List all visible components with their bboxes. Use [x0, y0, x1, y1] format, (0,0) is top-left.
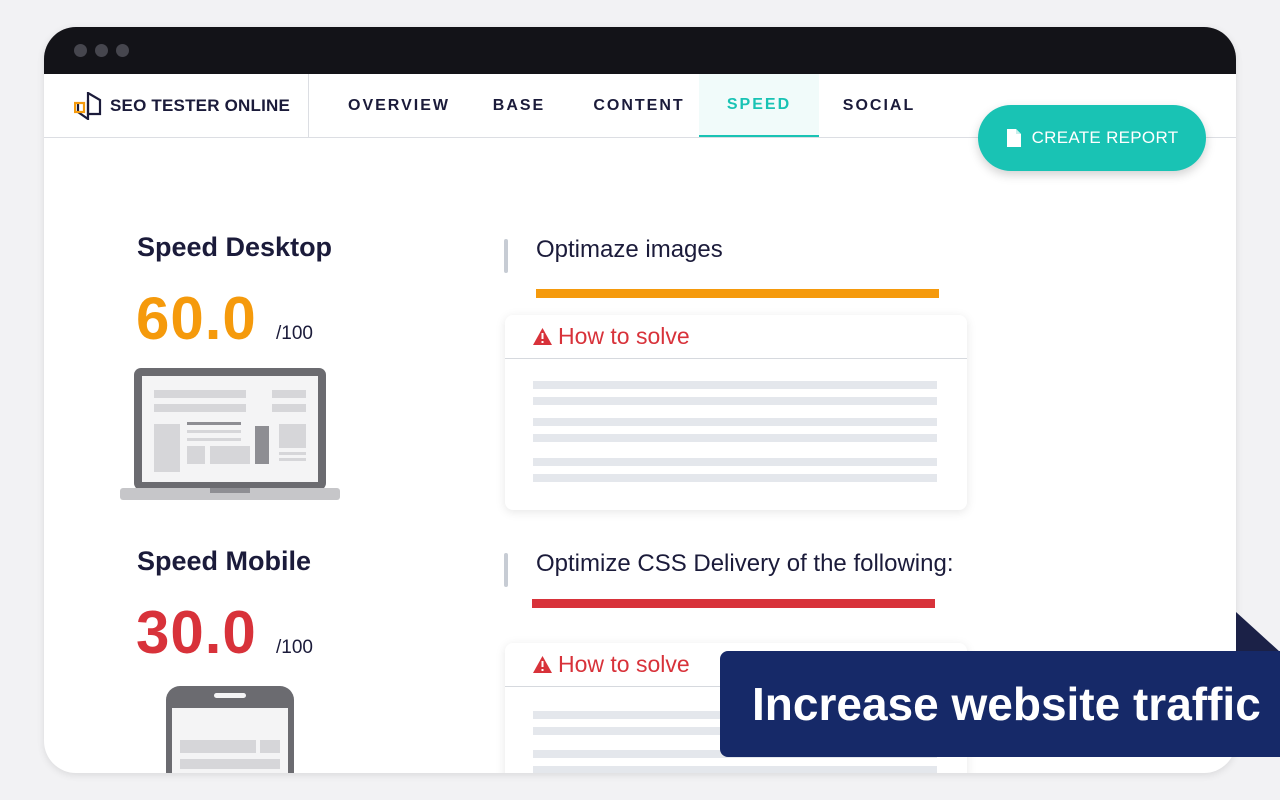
- document-icon: [1006, 129, 1021, 147]
- issue-1-underline: [536, 289, 939, 298]
- tab-content[interactable]: CONTENT: [579, 74, 699, 137]
- mobile-title: Speed Mobile: [137, 546, 312, 576]
- phone-icon: [166, 686, 294, 773]
- promo-banner: Increase website traffic: [720, 651, 1280, 757]
- laptop-icon: [120, 368, 340, 500]
- issue-2-title: Optimize CSS Delivery of the following:: [536, 550, 954, 577]
- text-line: [533, 766, 937, 773]
- text-line: [533, 397, 937, 405]
- warning-icon: [533, 328, 552, 345]
- text-line: [533, 381, 937, 389]
- window-dot-minimize[interactable]: [95, 44, 108, 57]
- issue-1-solve-label: How to solve: [558, 323, 690, 349]
- title-bar: [44, 27, 1236, 74]
- mobile-score-max: /100: [276, 637, 313, 658]
- text-line: [533, 418, 937, 426]
- mobile-score: 30.0: [136, 599, 257, 666]
- create-report-button[interactable]: CREATE REPORT: [978, 105, 1206, 171]
- promo-banner-text: Increase website traffic: [752, 678, 1261, 730]
- tab-social[interactable]: SOCIAL: [819, 74, 939, 137]
- issue-2-solve-label: How to solve: [558, 651, 690, 677]
- tab-speed[interactable]: SPEED: [699, 74, 819, 137]
- desktop-score: 60.0: [136, 285, 257, 352]
- text-line: [533, 474, 937, 482]
- issue-1-card: How to solve: [505, 315, 967, 510]
- logo-icon: [74, 92, 102, 120]
- text-line: [533, 458, 937, 466]
- text-line: [533, 434, 937, 442]
- issue-1-title: Optimaze images: [536, 236, 723, 263]
- window-dot-maximize[interactable]: [116, 44, 129, 57]
- brand-name: SEO TESTER ONLINE: [110, 96, 291, 115]
- tab-overview[interactable]: OVERVIEW: [339, 74, 459, 137]
- tab-base[interactable]: BASE: [459, 74, 579, 137]
- window-dot-close[interactable]: [74, 44, 87, 57]
- warning-icon: [533, 656, 552, 673]
- brand-logo[interactable]: SEO TESTER ONLINE: [44, 74, 309, 137]
- desktop-title: Speed Desktop: [137, 232, 333, 262]
- issue-1-marker: [504, 239, 508, 273]
- banner-fold: [1236, 612, 1280, 652]
- create-report-label: CREATE REPORT: [1031, 128, 1179, 147]
- stage: SEO TESTER ONLINE OVERVIEW BASE CONTENT …: [0, 0, 1280, 800]
- issue-2-marker: [504, 553, 508, 587]
- issue-1-solve-header[interactable]: How to solve: [505, 315, 967, 359]
- desktop-score-max: /100: [276, 323, 313, 344]
- issue-2-underline: [532, 599, 935, 608]
